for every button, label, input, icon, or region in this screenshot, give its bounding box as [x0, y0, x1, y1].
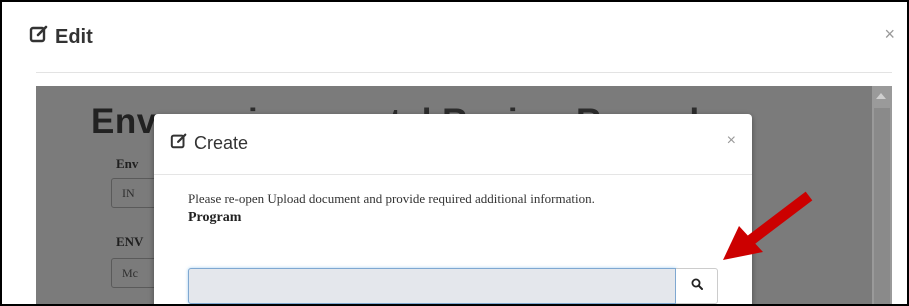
- screenshot-frame: Edit × Env ironmental Review Record Env …: [0, 0, 909, 306]
- create-dialog: Create × Please re-open Upload document …: [154, 114, 752, 304]
- create-dialog-title: Create: [170, 132, 248, 155]
- edit-close-button[interactable]: ×: [884, 24, 895, 45]
- edit-icon: [29, 24, 49, 50]
- bg-field-label-2: ENV: [116, 234, 144, 249]
- info-message: Please re-open Upload document and provi…: [188, 191, 595, 206]
- create-close-button[interactable]: ×: [727, 132, 736, 150]
- vertical-scrollbar[interactable]: [872, 86, 892, 304]
- edit-modal-title-text: Edit: [55, 25, 93, 48]
- edit-modal-header: Edit ×: [2, 2, 907, 73]
- create-dialog-header: Create ×: [154, 114, 752, 175]
- program-label: Program: [188, 210, 242, 225]
- edit-modal-title: Edit: [29, 24, 93, 50]
- annotation-arrow-icon: [717, 190, 817, 275]
- program-search-button[interactable]: [676, 268, 718, 304]
- create-dialog-title-text: Create: [194, 133, 249, 153]
- search-icon: [691, 277, 703, 295]
- scroll-up-icon[interactable]: [876, 93, 886, 99]
- scroll-thumb[interactable]: [874, 108, 890, 304]
- program-input-group: [188, 268, 718, 304]
- program-input[interactable]: [188, 268, 676, 304]
- edit-icon: [170, 132, 188, 155]
- modal-right-gutter: [892, 72, 907, 304]
- modal-left-gutter: [2, 72, 36, 304]
- bg-field-label-1: Env: [116, 156, 139, 171]
- form-heading: Env: [91, 102, 157, 141]
- create-dialog-body: Please re-open Upload document and provi…: [188, 190, 718, 304]
